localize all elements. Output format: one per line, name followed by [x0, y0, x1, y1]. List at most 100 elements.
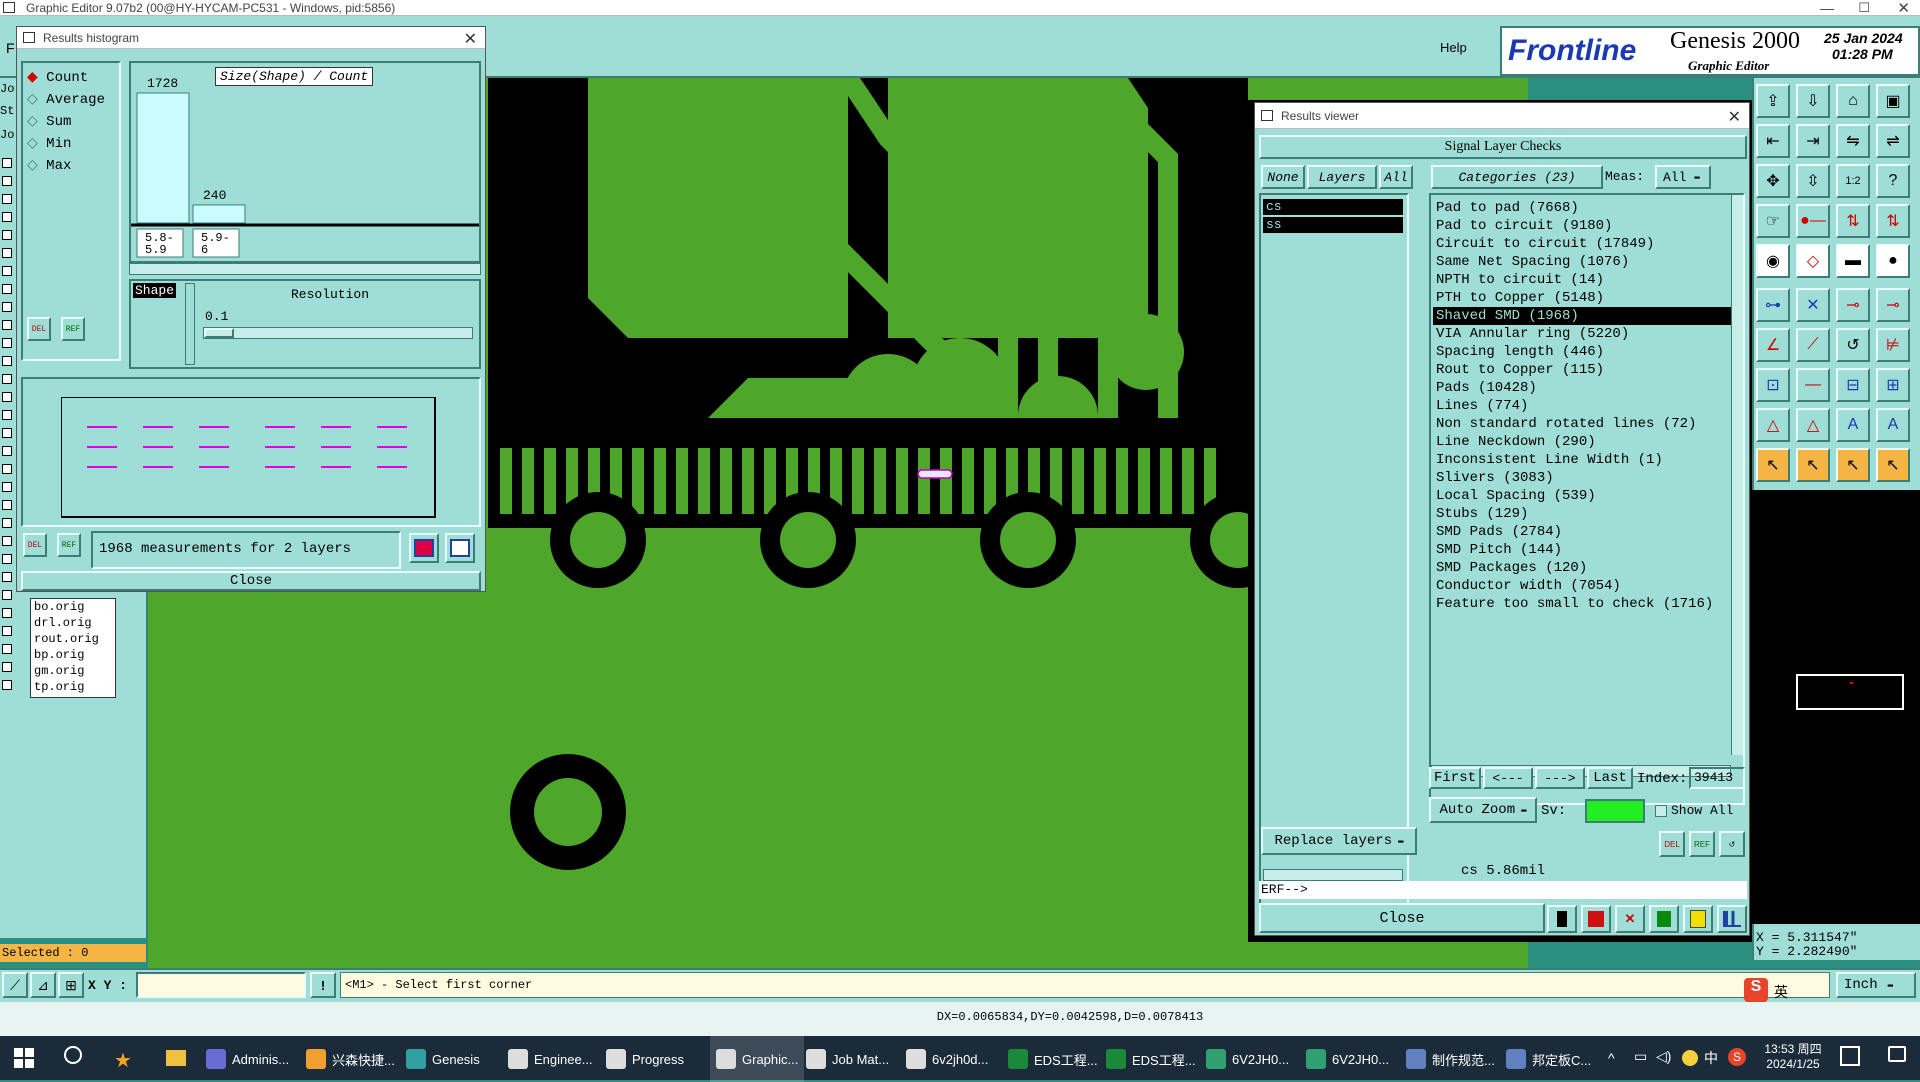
- layer-item[interactable]: rout.orig: [31, 631, 115, 647]
- smd-pad[interactable]: [1182, 448, 1194, 514]
- taskbar-item[interactable]: Progress: [606, 1036, 684, 1082]
- layer-checkbox[interactable]: [2, 644, 12, 654]
- connect-icon[interactable]: ⊶: [1756, 288, 1790, 322]
- histogram-bar[interactable]: [136, 92, 190, 224]
- arc-icon[interactable]: ↺: [1836, 328, 1870, 362]
- smd-pad[interactable]: [962, 448, 974, 514]
- smd-pad[interactable]: [1160, 448, 1172, 514]
- layer-checkbox[interactable]: [2, 608, 12, 618]
- layer-checkbox[interactable]: [2, 194, 12, 204]
- zoom-icon[interactable]: ⇳: [1796, 164, 1830, 198]
- next-button[interactable]: --->: [1535, 767, 1585, 789]
- smd-pad[interactable]: [1072, 448, 1084, 514]
- star-app-icon[interactable]: ★: [114, 1048, 132, 1073]
- smd-pad[interactable]: [1094, 448, 1106, 514]
- category-item[interactable]: Slivers (3083): [1433, 469, 1733, 487]
- category-item[interactable]: Stubs (129): [1433, 505, 1733, 523]
- delete-icon[interactable]: ✕: [1796, 288, 1830, 322]
- layer-checkbox[interactable]: [2, 410, 12, 420]
- minimize-icon[interactable]: —: [1820, 0, 1834, 16]
- split-icon[interactable]: ⇌: [1876, 124, 1910, 158]
- statistic-option-max[interactable]: ◇ Max: [27, 157, 71, 174]
- layer-item[interactable]: tp.orig: [31, 679, 115, 695]
- layer-item[interactable]: drl.orig: [31, 615, 115, 631]
- slope-icon[interactable]: ⟋: [1796, 328, 1830, 362]
- ref-button[interactable]: REF: [1689, 831, 1715, 857]
- shape-scrollbar[interactable]: [185, 283, 195, 365]
- taskbar-item[interactable]: 兴森快捷...: [306, 1036, 395, 1082]
- smd-pad[interactable]: [544, 448, 556, 514]
- category-item[interactable]: Circuit to circuit (17849): [1433, 235, 1733, 253]
- del-button[interactable]: DEL: [27, 317, 51, 341]
- layer-checkbox[interactable]: [2, 302, 12, 312]
- pad-tool-icon[interactable]: ●: [1876, 244, 1910, 278]
- left-tab-1[interactable]: Jo: [0, 82, 14, 96]
- save-icon[interactable]: ⇩: [1796, 84, 1830, 118]
- histogram-close-button[interactable]: Close: [21, 571, 481, 591]
- layer-checkbox[interactable]: [2, 428, 12, 438]
- category-item[interactable]: Line Neckdown (290): [1433, 433, 1733, 451]
- histogram-icon[interactable]: [1717, 905, 1747, 933]
- meas-dropdown[interactable]: All ▬: [1655, 165, 1711, 189]
- category-item[interactable]: VIA Annular ring (5220): [1433, 325, 1733, 343]
- layer-checkbox[interactable]: [2, 158, 12, 168]
- help-menu[interactable]: Help: [1440, 40, 1467, 55]
- tray-chevron-icon[interactable]: ^: [1608, 1050, 1615, 1066]
- export-icon[interactable]: [1649, 905, 1679, 933]
- layer-checkbox[interactable]: [2, 464, 12, 474]
- index-field[interactable]: 39413: [1689, 767, 1745, 789]
- pointer-d-icon[interactable]: ↖: [1876, 448, 1910, 482]
- layer-checkbox[interactable]: [2, 500, 12, 510]
- category-item[interactable]: Pad to pad (7668): [1433, 199, 1733, 217]
- layer-checkbox[interactable]: [2, 212, 12, 222]
- help-icon[interactable]: ?: [1876, 164, 1910, 198]
- histogram-bar[interactable]: [192, 204, 246, 224]
- layer-checkbox[interactable]: [2, 248, 12, 258]
- overview-map[interactable]: [1752, 490, 1920, 924]
- redo-view-icon[interactable]: ⇥: [1796, 124, 1830, 158]
- taskbar-item[interactable]: 6V2JH0...: [1206, 1036, 1289, 1082]
- all-button[interactable]: All: [1379, 165, 1413, 189]
- pointer-c-icon[interactable]: ↖: [1836, 448, 1870, 482]
- node-icon[interactable]: ⊸: [1836, 288, 1870, 322]
- category-item[interactable]: Spacing length (446): [1433, 343, 1733, 361]
- chart-config-icon[interactable]: [445, 533, 475, 563]
- clear-icon[interactable]: ✕: [1615, 905, 1645, 933]
- category-item[interactable]: Lines (774): [1433, 397, 1733, 415]
- pointer-icon[interactable]: ↖: [1756, 448, 1790, 482]
- statistic-option-min[interactable]: ◇ Min: [27, 135, 71, 152]
- layer-checkbox[interactable]: [2, 338, 12, 348]
- none-button[interactable]: None: [1261, 165, 1305, 189]
- category-item[interactable]: Feature too small to check (1716): [1433, 595, 1733, 613]
- angle-icon[interactable]: ∠: [1756, 328, 1790, 362]
- del-button[interactable]: DEL: [1659, 831, 1685, 857]
- box-icon[interactable]: ⊟: [1836, 368, 1870, 402]
- taskbar-item[interactable]: Genesis: [406, 1036, 480, 1082]
- layer-item[interactable]: bp.orig: [31, 647, 115, 663]
- node-b-icon[interactable]: ⊸: [1876, 288, 1910, 322]
- smd-pad[interactable]: [522, 448, 534, 514]
- ime-indicator[interactable]: 中: [1704, 1048, 1718, 1068]
- text-b-icon[interactable]: A: [1876, 408, 1910, 442]
- home-icon[interactable]: ⌂: [1836, 84, 1870, 118]
- sogou-tray-icon[interactable]: S: [1728, 1048, 1746, 1066]
- taskbar-item[interactable]: EDS工程...: [1008, 1036, 1098, 1082]
- taskbar-item[interactable]: 6V2JH0...: [1306, 1036, 1389, 1082]
- layer-item[interactable]: gm.orig: [31, 663, 115, 679]
- layer-checkbox[interactable]: [2, 482, 12, 492]
- results-viewer-close-button[interactable]: Close: [1259, 903, 1545, 933]
- trim-icon[interactable]: —: [1796, 368, 1830, 402]
- close-icon[interactable]: ✕: [1728, 107, 1741, 127]
- taskbar-item[interactable]: 6v2jh0d...: [906, 1036, 988, 1082]
- search-icon[interactable]: [64, 1046, 82, 1064]
- snap-icon[interactable]: ◉: [1756, 244, 1790, 278]
- left-tab-2[interactable]: St: [0, 104, 14, 118]
- xy-input[interactable]: [136, 972, 306, 998]
- windows-start-icon[interactable]: [14, 1048, 34, 1068]
- smd-pad[interactable]: [654, 448, 666, 514]
- layer-checkbox[interactable]: [2, 446, 12, 456]
- network-icon[interactable]: ▭: [1634, 1048, 1647, 1065]
- smd-pad[interactable]: [1138, 448, 1150, 514]
- statistic-option-average[interactable]: ◇ Average: [27, 91, 105, 108]
- taskbar-item[interactable]: EDS工程...: [1106, 1036, 1196, 1082]
